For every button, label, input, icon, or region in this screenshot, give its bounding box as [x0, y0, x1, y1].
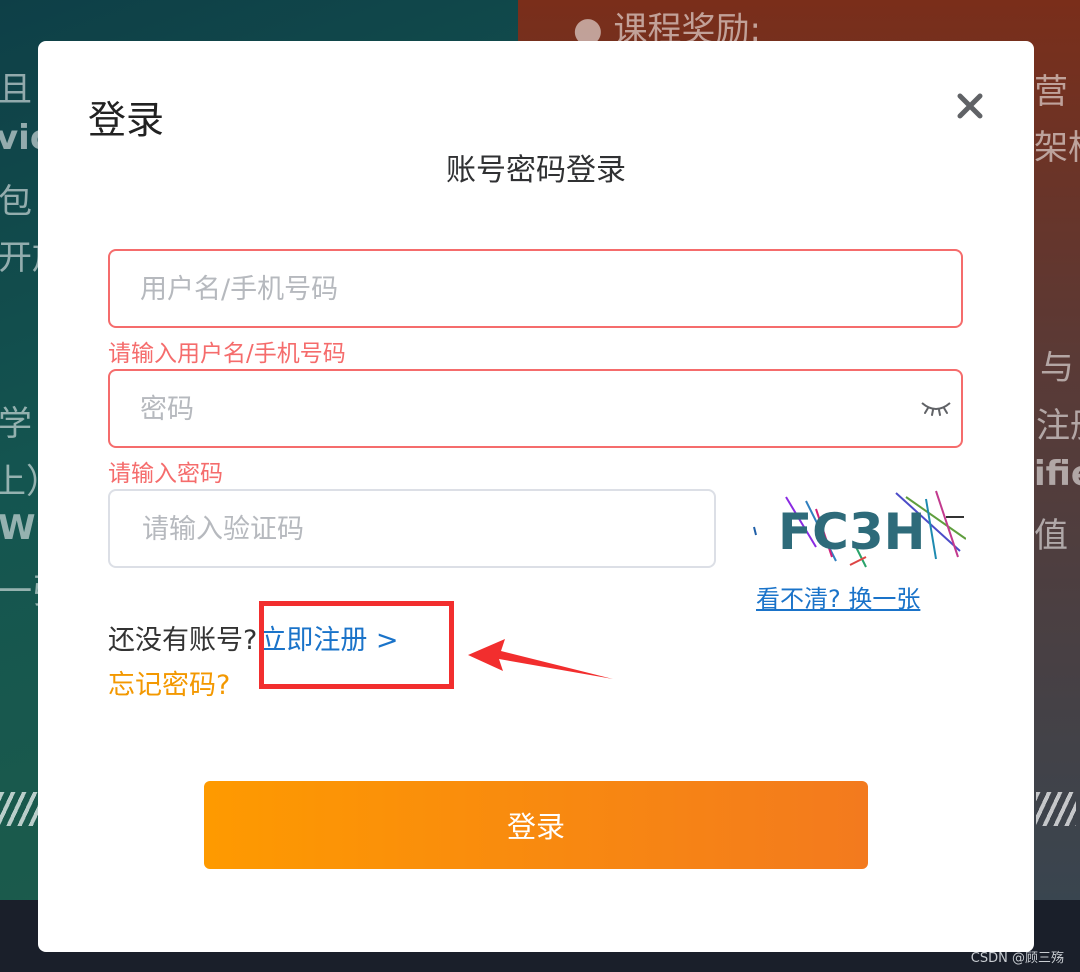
captcha-input[interactable]: [140, 491, 684, 568]
background-stripes: [0, 792, 40, 826]
background-text: 营: [1034, 72, 1068, 112]
background-text: 包: [0, 182, 32, 222]
background-text: ifie: [1034, 454, 1080, 494]
close-icon: [957, 93, 983, 119]
background-text: 值 3: [1034, 516, 1080, 556]
close-button[interactable]: [955, 91, 985, 121]
modal-title: 登录: [88, 98, 165, 142]
password-input[interactable]: [138, 371, 902, 448]
background-text: 架构: [1034, 128, 1080, 168]
captcha-field: [108, 489, 716, 568]
captcha-text: FC3H: [778, 503, 926, 561]
username-input[interactable]: [138, 251, 902, 328]
background-stripes: [1036, 792, 1076, 826]
register-prompt: 还没有账号?: [108, 625, 258, 656]
background-text: 与: [1040, 348, 1074, 388]
forgot-password-link[interactable]: 忘记密码?: [108, 663, 230, 702]
username-error: 请输入用户名/手机号码: [108, 341, 346, 367]
username-field: [108, 249, 963, 328]
refresh-captcha-link[interactable]: 看不清? 换一张: [756, 579, 920, 614]
login-modal: 登录 账号密码登录 请输入用户名/手机号码 请输入密码: [38, 41, 1034, 952]
captcha-image[interactable]: FC3H: [746, 487, 967, 571]
eye-closed-icon[interactable]: [919, 395, 953, 425]
background-text: 且: [0, 70, 32, 110]
login-subtitle: 账号密码登录: [446, 153, 626, 188]
password-error: 请输入密码: [108, 461, 223, 487]
login-button[interactable]: 登录: [204, 781, 868, 869]
red-highlight-box: [259, 601, 454, 689]
background-text: 学: [0, 404, 32, 444]
password-field: [108, 369, 963, 448]
red-arrow: [468, 639, 613, 679]
background-text: 注册: [1036, 406, 1080, 446]
